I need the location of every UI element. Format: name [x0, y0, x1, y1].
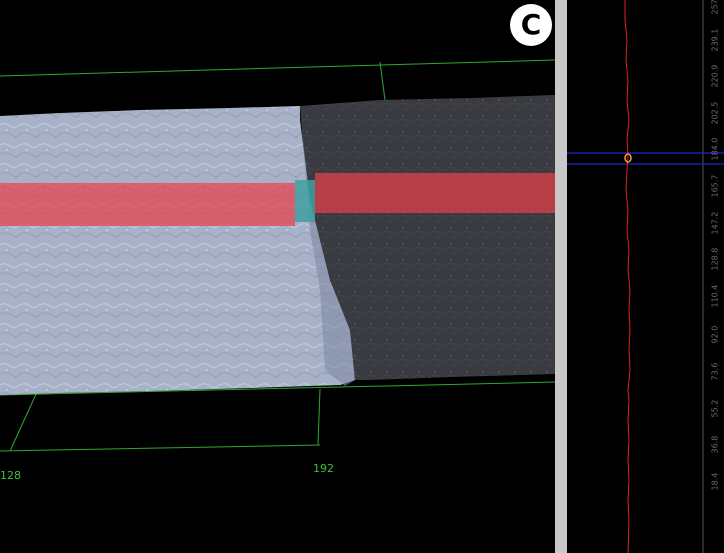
profile-axis-tick-label: 18.4: [710, 472, 720, 491]
profile-plot[interactable]: 257.5 239.1 220.9 202.5 184.0 165.7 147.2 128.8…: [567, 0, 724, 553]
profile-axis-tick-label: 220.9: [710, 64, 720, 88]
profile-axis-tick-label: 128.8: [710, 247, 720, 271]
profile-axis-tick-label: 184.0: [710, 137, 720, 161]
profile-axis-tick-label: 165.7: [710, 174, 720, 198]
profile-plot-svg: [567, 0, 724, 553]
3d-surface-view[interactable]: 128 192 C: [0, 0, 555, 553]
profile-axis-tick-label: 239.1: [710, 28, 720, 52]
highlight-band-marker: [295, 180, 315, 222]
light-surface: [0, 106, 355, 395]
highlight-band-right: [315, 173, 555, 213]
axis-tick-label: 128: [0, 469, 21, 482]
surface-render: [0, 59, 555, 452]
profile-axis-tick-label: 55.2: [710, 399, 720, 418]
profile-axis-tick-label: 73.6: [710, 362, 720, 381]
profile-axis-tick-label: 202.5: [710, 101, 720, 125]
profile-axis-tick-label: 36.8: [710, 435, 720, 454]
axis-tick-label: 192: [313, 462, 334, 475]
profile-axis-tick-label: 147.2: [710, 211, 720, 235]
panel-letter-badge: C: [510, 4, 552, 46]
profile-axis-tick-label: 92.0: [710, 326, 720, 344]
panel-divider[interactable]: [555, 0, 567, 553]
highlight-band-left: [0, 183, 295, 226]
profile-axis-tick-label: 257.5: [710, 0, 720, 15]
profile-axis-tick-label: 110.4: [710, 284, 720, 308]
profile-line: [624, 0, 631, 553]
